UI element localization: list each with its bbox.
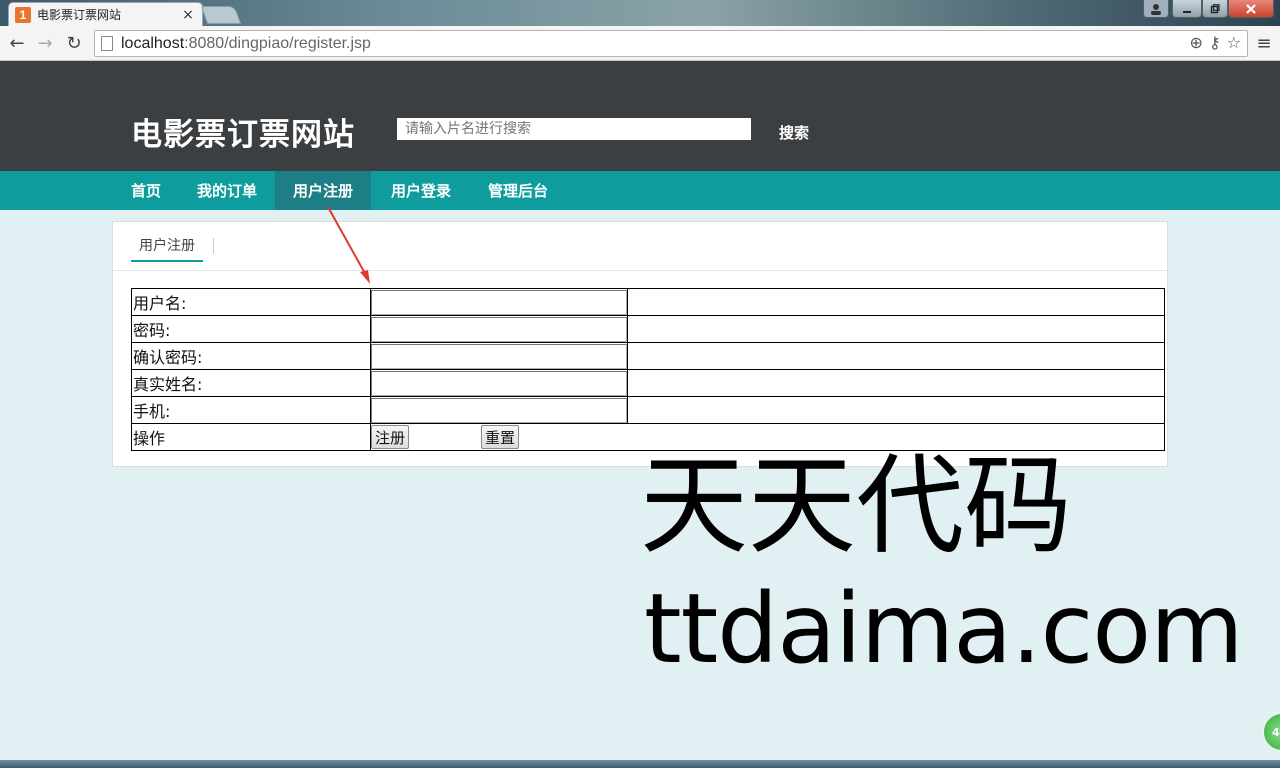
nav-item-my-orders[interactable]: 我的订单 bbox=[188, 171, 266, 210]
watermark-chinese: 天天代码 bbox=[640, 444, 1073, 569]
realname-input[interactable] bbox=[371, 370, 627, 396]
os-taskbar bbox=[0, 760, 1280, 768]
close-tab-icon[interactable]: × bbox=[180, 7, 196, 23]
reload-icon[interactable]: ↻ bbox=[63, 32, 85, 54]
username-input[interactable] bbox=[371, 289, 627, 315]
empty-cell bbox=[627, 396, 1165, 424]
panel-tabbar: 用户注册 bbox=[113, 222, 1167, 271]
address-bar[interactable]: localhost:8080/dingpiao/register.jsp ⊕ ⚷… bbox=[94, 30, 1248, 57]
minimize-window-button[interactable] bbox=[1172, 0, 1202, 18]
form-row-username: 用户名: bbox=[131, 288, 1165, 316]
annotation-arrow-icon bbox=[327, 206, 370, 284]
forward-arrow-icon[interactable]: → bbox=[34, 32, 56, 54]
site-title: 电影票订票网站 bbox=[131, 117, 355, 153]
form-row-phone: 手机: bbox=[131, 396, 1165, 424]
url-host: localhost bbox=[121, 34, 185, 52]
user-profile-icon[interactable] bbox=[1143, 0, 1169, 18]
confirm-password-input[interactable] bbox=[371, 343, 627, 369]
username-label: 用户名: bbox=[131, 288, 371, 316]
page-icon bbox=[101, 36, 113, 51]
form-row-realname: 真实姓名: bbox=[131, 369, 1165, 397]
movie-search-input[interactable] bbox=[397, 118, 751, 140]
form-row-password: 密码: bbox=[131, 315, 1165, 343]
password-label: 密码: bbox=[131, 315, 371, 343]
back-arrow-icon[interactable]: ← bbox=[6, 32, 28, 54]
zoom-icon[interactable]: ⊕ bbox=[1190, 33, 1203, 52]
url-path: :8080/dingpiao/register.jsp bbox=[184, 34, 371, 52]
close-window-button[interactable] bbox=[1228, 0, 1274, 18]
empty-cell bbox=[627, 288, 1165, 316]
form-row-confirm-password: 确认密码: bbox=[131, 342, 1165, 370]
browser-menu-icon[interactable]: ≡ bbox=[1254, 33, 1274, 54]
actions-label: 操作 bbox=[131, 423, 371, 451]
floating-badge[interactable]: 45 bbox=[1262, 712, 1280, 752]
empty-cell bbox=[627, 315, 1165, 343]
phone-input[interactable] bbox=[371, 397, 627, 423]
favicon-icon: 1 bbox=[15, 6, 31, 23]
nav-item-home[interactable]: 首页 bbox=[122, 171, 170, 210]
nav-item-login[interactable]: 用户登录 bbox=[381, 171, 461, 210]
tab-title: 电影票订票网站 bbox=[37, 8, 122, 22]
register-button[interactable]: 注册 bbox=[371, 425, 410, 449]
empty-cell bbox=[627, 342, 1165, 370]
key-icon[interactable]: ⚷ bbox=[1209, 33, 1221, 52]
password-input[interactable] bbox=[371, 316, 627, 342]
confirm-password-label: 确认密码: bbox=[131, 342, 371, 370]
search-button[interactable]: 搜索 bbox=[779, 122, 809, 143]
new-tab-button[interactable] bbox=[200, 6, 242, 24]
tab-register[interactable]: 用户注册 bbox=[131, 236, 203, 262]
site-header: 电影票订票网站 搜索 bbox=[0, 61, 1280, 171]
empty-cell bbox=[627, 369, 1165, 397]
browser-titlebar: 1 电影票订票网站 × bbox=[0, 0, 1280, 26]
register-form-table: 用户名: 密码: 确认密码: 真实姓名: 手机: 操作 注册 重置 bbox=[131, 288, 1165, 451]
restore-window-button[interactable] bbox=[1202, 0, 1228, 18]
realname-label: 真实姓名: bbox=[131, 369, 371, 397]
browser-toolbar: ← → ↻ localhost:8080/dingpiao/register.j… bbox=[0, 26, 1280, 61]
reset-button[interactable]: 重置 bbox=[481, 425, 520, 449]
tab-separator bbox=[213, 238, 214, 254]
watermark-domain: ttdaima.com bbox=[644, 573, 1244, 685]
main-nav: 首页 我的订单 用户注册 用户登录 管理后台 bbox=[0, 171, 1280, 210]
bookmark-star-icon[interactable]: ☆ bbox=[1227, 33, 1241, 52]
browser-tab[interactable]: 1 电影票订票网站 × bbox=[8, 2, 203, 26]
register-panel: 用户注册 用户名: 密码: 确认密码: 真实姓名: 手机: 操作 注册 重置 bbox=[112, 221, 1168, 467]
phone-label: 手机: bbox=[131, 396, 371, 424]
nav-item-admin[interactable]: 管理后台 bbox=[478, 171, 558, 210]
